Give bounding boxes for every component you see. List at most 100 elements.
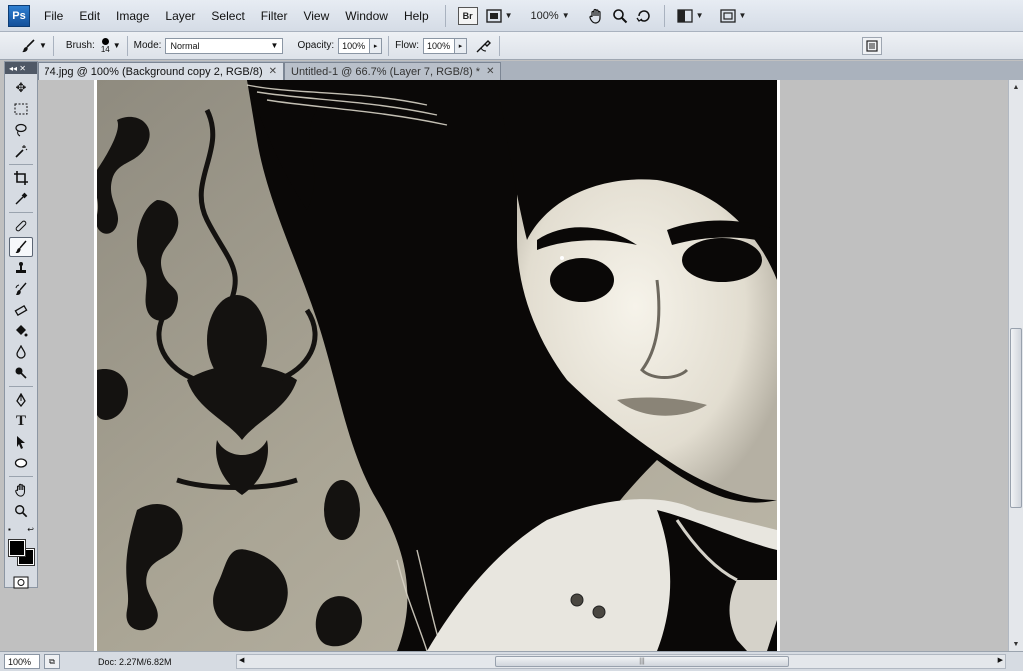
menu-select[interactable]: Select xyxy=(203,0,252,32)
hand-tool-button[interactable] xyxy=(588,5,604,27)
dodge-icon xyxy=(15,367,27,379)
brush-picker[interactable]: 14 xyxy=(101,37,110,54)
flow-label: Flow: xyxy=(395,40,420,51)
zoom-level-dropdown[interactable]: 100% ▼ xyxy=(531,5,570,27)
menu-filter[interactable]: Filter xyxy=(253,0,296,32)
default-colors-icon[interactable]: ▪ xyxy=(8,525,11,534)
launch-bridge-button[interactable]: Br xyxy=(457,5,478,27)
healing-brush-icon xyxy=(15,220,27,232)
eraser-tool[interactable] xyxy=(9,300,33,320)
hand-icon xyxy=(15,483,26,497)
options-separator xyxy=(388,35,390,56)
pen-icon xyxy=(16,393,26,407)
menu-bar: Ps File Edit Image Layer Select Filter V… xyxy=(0,0,1023,32)
ellipse-tool[interactable] xyxy=(9,453,33,473)
eyedropper-icon xyxy=(15,192,28,205)
menu-file[interactable]: File xyxy=(36,0,71,32)
toggle-brush-panel-button[interactable] xyxy=(862,37,882,55)
menu-image[interactable]: Image xyxy=(108,0,157,32)
brush-icon xyxy=(15,240,27,254)
color-reset-row: ▪ ↩ xyxy=(8,525,34,534)
clone-stamp-icon xyxy=(16,262,26,273)
scroll-left-icon[interactable]: ◀ xyxy=(239,656,244,664)
horizontal-scroll-thumb[interactable]: ||| xyxy=(495,656,789,667)
zoom-level-value: 100% xyxy=(530,9,559,22)
blend-mode-select[interactable]: Normal ▼ xyxy=(165,37,284,54)
dodge-tool[interactable] xyxy=(9,363,33,383)
magic-wand-tool[interactable] xyxy=(9,141,33,161)
path-selection-icon xyxy=(17,436,25,449)
marquee-icon xyxy=(14,103,28,115)
opacity-slider-button[interactable]: ▸ xyxy=(370,37,383,54)
menu-view[interactable]: View xyxy=(295,0,337,32)
clone-stamp-tool[interactable] xyxy=(9,258,33,278)
screen-mode-button[interactable]: ▼ xyxy=(719,5,746,27)
blur-tool[interactable] xyxy=(9,342,33,362)
vertical-scrollbar[interactable]: ▲ ▼ xyxy=(1008,80,1023,651)
vertical-scroll-thumb[interactable] xyxy=(1010,328,1022,508)
foreground-color-swatch[interactable] xyxy=(8,539,26,557)
magnifier-icon xyxy=(612,8,627,23)
lasso-tool[interactable] xyxy=(9,120,33,140)
ellipse-icon xyxy=(14,458,28,468)
close-icon[interactable]: ✕ xyxy=(486,66,494,77)
tab-label: Untitled-1 @ 66.7% (Layer 7, RGB/8) * xyxy=(291,65,481,78)
opacity-input[interactable]: 100% xyxy=(338,37,371,54)
paint-bucket-tool[interactable] xyxy=(9,321,33,341)
horizontal-scrollbar[interactable]: ◀ ||| ▶ xyxy=(236,654,1006,669)
scroll-down-icon[interactable]: ▼ xyxy=(1009,637,1023,651)
swap-colors-icon[interactable]: ↩ xyxy=(27,525,34,534)
menu-help[interactable]: Help xyxy=(396,0,437,32)
flow-input[interactable]: 100% xyxy=(423,37,456,54)
menu-separator xyxy=(663,4,665,27)
healing-brush-tool[interactable] xyxy=(9,216,33,236)
flow-slider-button[interactable]: ▸ xyxy=(455,37,468,54)
eraser-icon xyxy=(14,304,28,317)
eyedropper-tool[interactable] xyxy=(9,189,33,209)
pen-tool[interactable] xyxy=(9,390,33,410)
document-profile-icon[interactable]: ⧉ xyxy=(44,654,60,669)
chevron-down-icon: ▼ xyxy=(504,11,513,20)
crop-icon xyxy=(14,171,28,185)
status-bar: 100% ⧉ Doc: 2.27M/6.82M ▶ ◀ ||| ▶ xyxy=(0,651,1023,671)
paint-bucket-icon xyxy=(16,325,28,337)
path-selection-tool[interactable] xyxy=(9,432,33,452)
tool-preset-picker[interactable]: ▼ xyxy=(20,38,47,54)
opacity-label: Opacity: xyxy=(297,40,335,51)
chevron-down-icon[interactable]: ▼ xyxy=(113,41,121,50)
document-size-info: Doc: 2.27M/6.82M xyxy=(98,656,172,667)
history-brush-tool[interactable] xyxy=(9,279,33,299)
rotate-view-icon xyxy=(636,9,650,22)
quick-mask-button[interactable] xyxy=(9,572,33,592)
document-image[interactable] xyxy=(94,80,780,651)
document-tab-bar: ffbeea74.jpg @ 100% (Background copy 2, … xyxy=(38,61,1023,80)
brush-label: Brush: xyxy=(65,40,95,51)
tab-document-2[interactable]: Untitled-1 @ 66.7% (Layer 7, RGB/8) * ✕ xyxy=(284,62,502,80)
crop-tool[interactable] xyxy=(9,168,33,188)
tab-document-1[interactable]: ffbeea74.jpg @ 100% (Background copy 2, … xyxy=(38,62,284,80)
view-extras-button[interactable]: ▼ xyxy=(485,5,513,27)
rotate-view-button[interactable] xyxy=(636,5,652,27)
airbrush-toggle[interactable] xyxy=(475,38,493,54)
close-icon[interactable]: ✕ xyxy=(269,66,277,77)
tools-panel-header[interactable]: ◂◂ ✕ xyxy=(5,62,37,74)
zoom-tool-button[interactable] xyxy=(612,5,628,27)
document-canvas-area[interactable] xyxy=(38,80,1008,651)
marquee-tool[interactable] xyxy=(9,99,33,119)
scroll-right-icon[interactable]: ▶ xyxy=(998,656,1003,664)
brush-tool[interactable] xyxy=(9,237,33,257)
hand-tool[interactable] xyxy=(9,480,33,500)
brush-panel-icon xyxy=(866,40,878,52)
zoom-input[interactable]: 100% xyxy=(4,654,40,669)
scroll-up-icon[interactable]: ▲ xyxy=(1009,80,1023,94)
menu-window[interactable]: Window xyxy=(337,0,396,32)
screen-mode-icon xyxy=(719,8,736,23)
menu-layer[interactable]: Layer xyxy=(157,0,203,32)
move-tool[interactable]: ✥ xyxy=(9,78,33,98)
options-separator xyxy=(499,35,501,56)
type-tool[interactable]: T xyxy=(9,411,33,431)
zoom-tool[interactable] xyxy=(9,501,33,521)
color-swatches xyxy=(7,538,35,568)
menu-edit[interactable]: Edit xyxy=(71,0,108,32)
arrange-documents-button[interactable]: ▼ xyxy=(676,5,704,27)
